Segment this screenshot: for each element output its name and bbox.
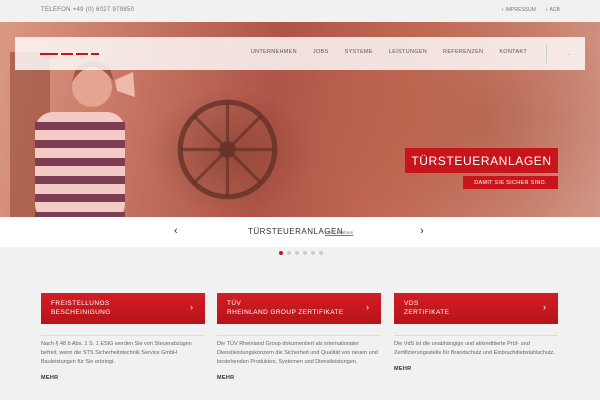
slider-next-icon[interactable]: › <box>420 225 424 237</box>
main-navigation: UNTERNEHMEN JOBS SYSTEME LEISTUNGEN REFE… <box>15 37 585 70</box>
card-divider <box>217 335 381 336</box>
vds-button[interactable]: VDS ZERTIFIKATE › <box>394 293 558 324</box>
nav-item-systeme[interactable]: SYSTEME <box>337 49 381 55</box>
arrow-right-icon: › <box>501 7 504 13</box>
nav-item-referenzen[interactable]: REFERENZEN <box>435 49 491 55</box>
arrow-right-icon: › <box>545 7 548 13</box>
top-bar: TELEFON +49 (0) 6027 979850 › IMPRESSUM ›… <box>0 0 600 22</box>
pagination-dot[interactable] <box>311 251 315 255</box>
nav-divider <box>546 44 547 63</box>
chevron-right-icon: › <box>190 302 193 312</box>
card-description: Nach § 48 b Abs. 1 S. 1 EStG werden Sie … <box>41 341 192 365</box>
slider-bar: ‹ TÜRSTEUERANLAGEN mehr erfahren › <box>0 217 600 247</box>
nav-item-jobs[interactable]: JOBS <box>305 49 337 55</box>
pagination-dot[interactable] <box>295 251 299 255</box>
pagination-dot[interactable] <box>303 251 307 255</box>
nav-item-leistungen[interactable]: LEISTUNGEN <box>381 49 435 55</box>
company-logo[interactable] <box>40 53 100 55</box>
phone-number: TELEFON +49 (0) 6027 979850 <box>41 7 135 13</box>
card-divider <box>41 335 205 336</box>
card-divider <box>394 335 558 336</box>
pagination-dot[interactable] <box>279 251 283 255</box>
hero-subtitle: DAMIT SIE SICHER SIND. <box>463 176 558 189</box>
card-description: Die TÜV Rheinland Group dokumentiert als… <box>217 341 378 365</box>
freistellung-more-link[interactable]: MEHR <box>41 375 205 381</box>
pagination-dot[interactable] <box>319 251 323 255</box>
chevron-right-icon: › <box>366 302 369 312</box>
card-freistellung: FREISTELLUNGS BESCHEINIGUNG › Nach § 48 b… <box>41 293 205 381</box>
nav-item-kontakt[interactable]: KONTAKT <box>491 49 535 55</box>
nav-item-unternehmen[interactable]: UNTERNEHMEN <box>243 49 305 55</box>
nav-extra-button[interactable]: . <box>568 51 570 57</box>
chevron-right-icon: › <box>543 302 546 312</box>
slider-prev-icon[interactable]: ‹ <box>174 225 178 237</box>
card-vds: VDS ZERTIFIKATE › Die VdS ist die unabhän… <box>394 293 558 372</box>
top-links: › IMPRESSUM › AGB <box>502 7 560 13</box>
nav-menu: UNTERNEHMEN JOBS SYSTEME LEISTUNGEN REFE… <box>243 49 535 55</box>
card-tuev: TÜV RHEINLAND GROUP ZERTIFIKATE › Die TÜV… <box>217 293 381 381</box>
agb-link[interactable]: › AGB <box>546 7 560 13</box>
impressum-link[interactable]: › IMPRESSUM <box>502 7 536 13</box>
pagination-dot[interactable] <box>287 251 291 255</box>
tuev-more-link[interactable]: MEHR <box>217 375 381 381</box>
tuev-button[interactable]: TÜV RHEINLAND GROUP ZERTIFIKATE › <box>217 293 381 324</box>
vds-more-link[interactable]: MEHR <box>394 366 558 372</box>
freistellung-button[interactable]: FREISTELLUNGS BESCHEINIGUNG › <box>41 293 205 324</box>
hero-title: TÜRSTEUERANLAGEN <box>405 148 558 173</box>
slider-more-link[interactable]: mehr erfahren <box>325 230 353 235</box>
slider-pagination <box>279 251 323 255</box>
card-description: Die VdS ist die unabhängige und akkredit… <box>394 341 555 356</box>
